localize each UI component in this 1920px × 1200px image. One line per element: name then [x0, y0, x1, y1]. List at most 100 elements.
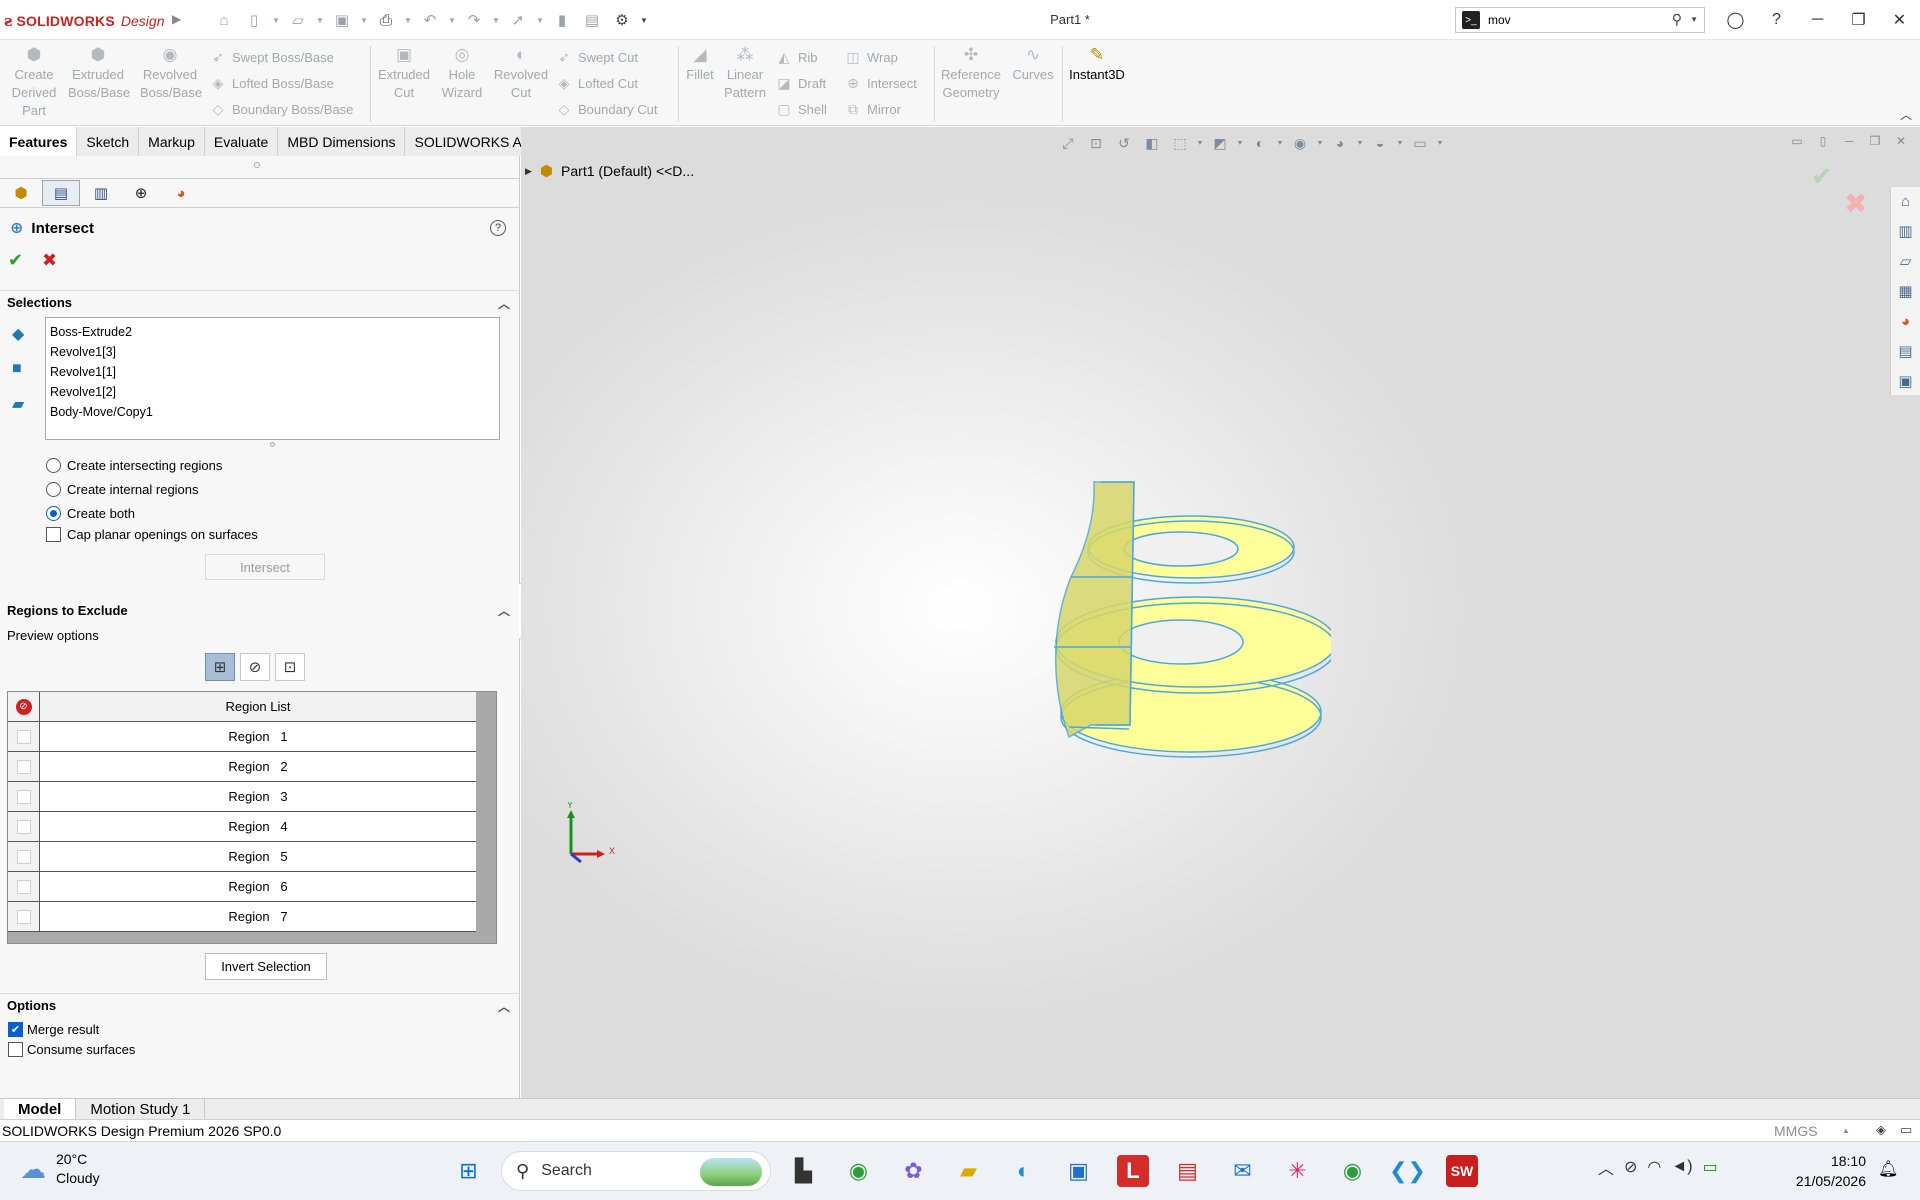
exclude-all-icon[interactable]: ⊘	[15, 698, 32, 715]
file-properties-icon[interactable]: ▤	[580, 9, 604, 31]
confirmation-ok-icon[interactable]: ✔	[1811, 161, 1833, 192]
copilot-icon[interactable]: ✿	[891, 1151, 936, 1191]
table-row[interactable]: Region 7	[8, 902, 476, 932]
list-item[interactable]: Revolve1[2]	[50, 382, 495, 402]
ok-checkmark-icon[interactable]: ✔	[8, 250, 23, 271]
lofted-boss-button[interactable]: ◈ Lofted Boss/Base	[210, 70, 353, 96]
table-row[interactable]: Region 5	[8, 842, 476, 872]
extruded-boss-button[interactable]: ⬢ Extruded Boss/Base	[68, 44, 130, 122]
doc-close-icon[interactable]: ✕	[1892, 134, 1910, 148]
solidworks-taskbar-icon[interactable]: SW	[1446, 1155, 1478, 1187]
restore-icon[interactable]: ❐	[1838, 4, 1879, 36]
region-checkbox[interactable]	[16, 759, 31, 774]
user-account-icon[interactable]: ◯	[1715, 4, 1756, 36]
help-button[interactable]: ?	[490, 220, 506, 236]
region-checkbox[interactable]	[16, 819, 31, 834]
doc-minimize-icon[interactable]: ─	[1840, 134, 1858, 148]
l-app-icon[interactable]: L	[1117, 1155, 1149, 1187]
graphics-area[interactable]: ⤢ ⊡ ↺ ◧ ⬚ ▼ ◩ ▼ ◐ ▼ ◉ ▼ ◕ ▼ ◒ ▼ ▭ ▼ ▭ ▯ ─ ❐ ✕ ▶…	[521, 127, 1920, 1098]
dynamic-annotation-icon[interactable]: ⬚	[1168, 132, 1192, 154]
region-checkbox[interactable]	[16, 789, 31, 804]
table-row[interactable]: Region 4	[8, 812, 476, 842]
menu-expand-arrow-icon[interactable]: ▶	[172, 12, 181, 26]
create-derived-part-button[interactable]: ⬢ Create Derived Part	[4, 44, 64, 122]
file-explorer-app-icon[interactable]: ▰	[946, 1151, 991, 1191]
microsoft-store-icon[interactable]: ▣	[1056, 1151, 1101, 1191]
reference-geometry-button[interactable]: ✣ Reference Geometry	[936, 44, 1006, 122]
task-view-icon[interactable]: ▙	[781, 1151, 826, 1191]
rebuild-status-icon[interactable]: ◈	[1876, 1122, 1886, 1138]
zoom-to-fit-icon[interactable]: ⤢	[1056, 132, 1080, 154]
rebuild-icon[interactable]: ▮	[550, 9, 574, 31]
draft-button[interactable]: ◪ Draft	[776, 70, 827, 96]
outlook-icon[interactable]: ✉	[1220, 1151, 1265, 1191]
wifi-icon[interactable]: ◠	[1647, 1157, 1661, 1177]
invert-selection-button[interactable]: Invert Selection	[205, 953, 327, 980]
hole-wizard-button[interactable]: ◎ Hole Wizard	[432, 44, 492, 122]
vscode-icon[interactable]: ❮❯	[1385, 1151, 1430, 1191]
list-item[interactable]: Revolve1[3]	[50, 342, 495, 362]
property-manager-tab-icon[interactable]: ▤	[42, 180, 80, 206]
view-palette-icon[interactable]: ▦	[1891, 277, 1920, 305]
view-settings-icon[interactable]: ▭	[1408, 132, 1432, 154]
preview-isolate-icon[interactable]: ⊡	[275, 653, 305, 681]
merge-result-checkbox[interactable]: ✔ Merge result	[8, 1022, 99, 1037]
select-icon[interactable]: ➚	[506, 9, 530, 31]
doc-restore-icon[interactable]: ❐	[1866, 134, 1884, 148]
split-icon[interactable]: ▯	[1814, 134, 1832, 148]
radio-create-internal-regions[interactable]: Create internal regions	[46, 482, 199, 497]
forum-icon[interactable]: ▣	[1891, 367, 1920, 395]
close-icon[interactable]: ✕	[1879, 4, 1920, 36]
volume-icon[interactable]: ◄)	[1671, 1158, 1692, 1176]
tab-sketch[interactable]: Sketch	[77, 127, 140, 156]
edit-appearance-icon[interactable]: ◕	[1328, 132, 1352, 154]
regions-to-exclude-header[interactable]: Regions to Exclude ︿	[0, 598, 520, 622]
slack-icon[interactable]: ✳	[1275, 1151, 1320, 1191]
display-style-icon[interactable]: ◐	[1248, 132, 1272, 154]
collapse-chevron-icon[interactable]: ︿	[498, 295, 510, 312]
shell-button[interactable]: ▢ Shell	[776, 96, 827, 122]
search-input[interactable]	[1488, 13, 1648, 27]
tile-icon[interactable]: ▭	[1788, 134, 1806, 148]
help-icon[interactable]: ?	[1756, 4, 1797, 36]
chrome-profile-icon[interactable]: ◉	[1330, 1151, 1375, 1191]
unit-system-selector[interactable]: MMGS	[1774, 1123, 1818, 1139]
linear-pattern-button[interactable]: ⁂ Linear Pattern	[715, 44, 775, 122]
instant3d-button[interactable]: ✎ Instant3D	[1064, 44, 1130, 122]
intersect-action-button[interactable]: Intersect	[205, 554, 325, 580]
weather-widget[interactable]: ☁ 20°C Cloudy	[20, 1150, 100, 1188]
list-item[interactable]: Boss-Extrude2	[50, 322, 495, 342]
vertical-wall[interactable]	[1055, 481, 1135, 739]
apply-scene-icon[interactable]: ◒	[1368, 132, 1392, 154]
custom-properties-icon[interactable]: ▤	[1891, 337, 1920, 365]
preview-include-icon[interactable]: ⊞	[205, 653, 235, 681]
collapse-chevron-icon[interactable]: ︿	[498, 998, 510, 1015]
part-model-3d[interactable]	[1051, 467, 1331, 787]
hide-show-items-icon[interactable]: ◉	[1288, 132, 1312, 154]
minimize-icon[interactable]: ─	[1797, 4, 1838, 36]
part-tree-label[interactable]: Part1 (Default) <<D...	[561, 163, 694, 179]
cancel-x-icon[interactable]: ✖	[42, 250, 57, 271]
home-icon[interactable]: ⌂	[212, 9, 236, 31]
view-orientation-icon[interactable]: ◩	[1208, 132, 1232, 154]
sync-status-icon[interactable]: ⊘	[1624, 1157, 1637, 1177]
swept-boss-button[interactable]: ➶ Swept Boss/Base	[210, 44, 353, 70]
listbox-resize-grip[interactable]	[270, 442, 275, 447]
windows-start-icon[interactable]: ⊞	[446, 1151, 491, 1191]
search-icon[interactable]: ⚲	[1672, 11, 1682, 28]
appearances-icon[interactable]: ◕	[1891, 307, 1920, 335]
list-item[interactable]: Body-Move/Copy1	[50, 402, 495, 422]
rib-button[interactable]: ◭ Rib	[776, 44, 827, 70]
lofted-cut-button[interactable]: ◈ Lofted Cut	[556, 70, 658, 96]
radio-create-both[interactable]: Create both	[46, 506, 135, 521]
panel-grip[interactable]	[254, 162, 260, 168]
section-view-icon[interactable]: ◧	[1140, 132, 1164, 154]
print-icon[interactable]: ⎙	[374, 9, 398, 31]
battery-icon[interactable]: ▭	[1703, 1157, 1718, 1177]
revolved-cut-button[interactable]: ◐ Revolved Cut	[491, 44, 551, 122]
tab-evaluate[interactable]: Evaluate	[204, 127, 279, 156]
list-item[interactable]: Revolve1[1]	[50, 362, 495, 382]
chrome-icon[interactable]: ◉	[836, 1151, 881, 1191]
solidworks-logo[interactable]: ƨ SOLIDWORKS Design	[4, 10, 165, 32]
zoom-to-area-icon[interactable]: ⊡	[1084, 132, 1108, 154]
